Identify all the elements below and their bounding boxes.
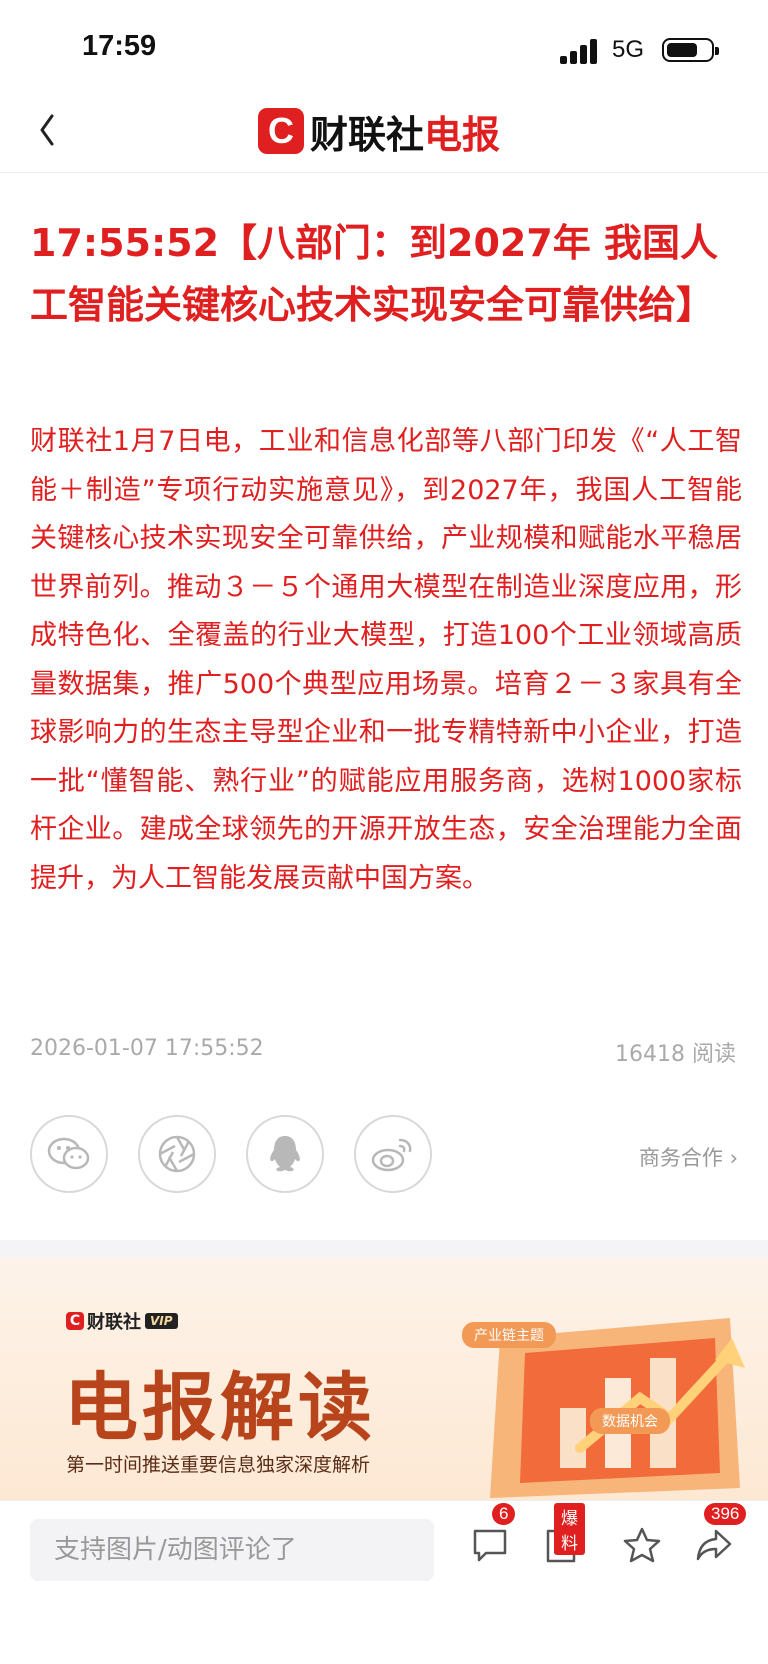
logo-text-brand: 财联社: [310, 112, 425, 157]
battery-icon: [662, 38, 719, 62]
share-count-badge: 396: [704, 1503, 747, 1525]
tag-industry-chain: 产业链主题: [462, 1322, 556, 1348]
report-tip-button[interactable]: 爆料: [540, 1503, 585, 1569]
logo-text-telegraph: 电报: [424, 112, 501, 157]
banner-brand-text: 财联社: [87, 1312, 141, 1333]
vip-badge: VIP: [145, 1313, 178, 1329]
weibo-icon: [371, 1138, 412, 1172]
moments-icon: [158, 1135, 196, 1173]
star-icon: [623, 1527, 661, 1563]
nav-bar: C 财联社 电报: [0, 90, 768, 173]
back-button[interactable]: [36, 108, 76, 152]
logo-mark: C: [258, 108, 304, 154]
favorite-button[interactable]: [622, 1525, 666, 1569]
share-moments-button[interactable]: [138, 1115, 216, 1193]
article-body: 财联社1月7日电，工业和信息化部等八部门印发《“人工智能＋制造”专项行动实施意见…: [30, 426, 742, 894]
report-badge: 爆料: [554, 1503, 585, 1555]
comment-count-badge: 6: [492, 1503, 516, 1525]
banner-brand: C 财联社 VIP: [66, 1308, 178, 1334]
tag-data-opportunity: 数据机会: [590, 1408, 670, 1434]
section-divider: [0, 1240, 768, 1258]
wechat-icon: [47, 1137, 90, 1170]
share-button[interactable]: 396: [694, 1503, 747, 1569]
share-wechat-button[interactable]: [30, 1115, 108, 1193]
banner-illustration: 产业链主题 数据机会: [462, 1298, 760, 1498]
share-weibo-button[interactable]: [354, 1115, 432, 1193]
status-bar: 17:59 5G: [0, 0, 768, 90]
article-headline: 17:55:52【八部门：到2027年 我国人工智能关键核心技术实现安全可靠供给…: [30, 221, 719, 327]
business-cooperation-link[interactable]: 商务合作 ›: [639, 1142, 738, 1172]
comments-button[interactable]: 6: [470, 1503, 516, 1569]
bottom-toolbar: 支持图片/动图评论了 6 爆料 396: [0, 1500, 768, 1664]
chevron-left-icon: [40, 114, 54, 146]
read-count: 16418 阅读: [615, 1042, 736, 1067]
comment-input[interactable]: 支持图片/动图评论了: [30, 1519, 434, 1581]
article-datetime: 2026-01-07 17:55:52: [30, 1036, 264, 1061]
status-time: 17:59: [82, 30, 157, 62]
share-arrow-icon: [696, 1529, 732, 1561]
vip-promo-banner[interactable]: C 财联社 VIP 电报解读 第一时间推送重要信息独家深度解析 产业链主题 数据…: [0, 1258, 768, 1503]
signal-icon: [560, 38, 602, 64]
banner-title: 电报解读: [64, 1365, 376, 1451]
brand-mark-icon: C: [66, 1312, 84, 1330]
app-logo: C 财联社 电报: [258, 106, 501, 157]
banner-subtitle: 第一时间推送重要信息独家深度解析: [66, 1454, 371, 1476]
share-qq-button[interactable]: [246, 1115, 324, 1193]
comment-icon: [473, 1529, 507, 1562]
qq-icon: [270, 1136, 300, 1172]
network-type: 5G: [612, 36, 645, 63]
